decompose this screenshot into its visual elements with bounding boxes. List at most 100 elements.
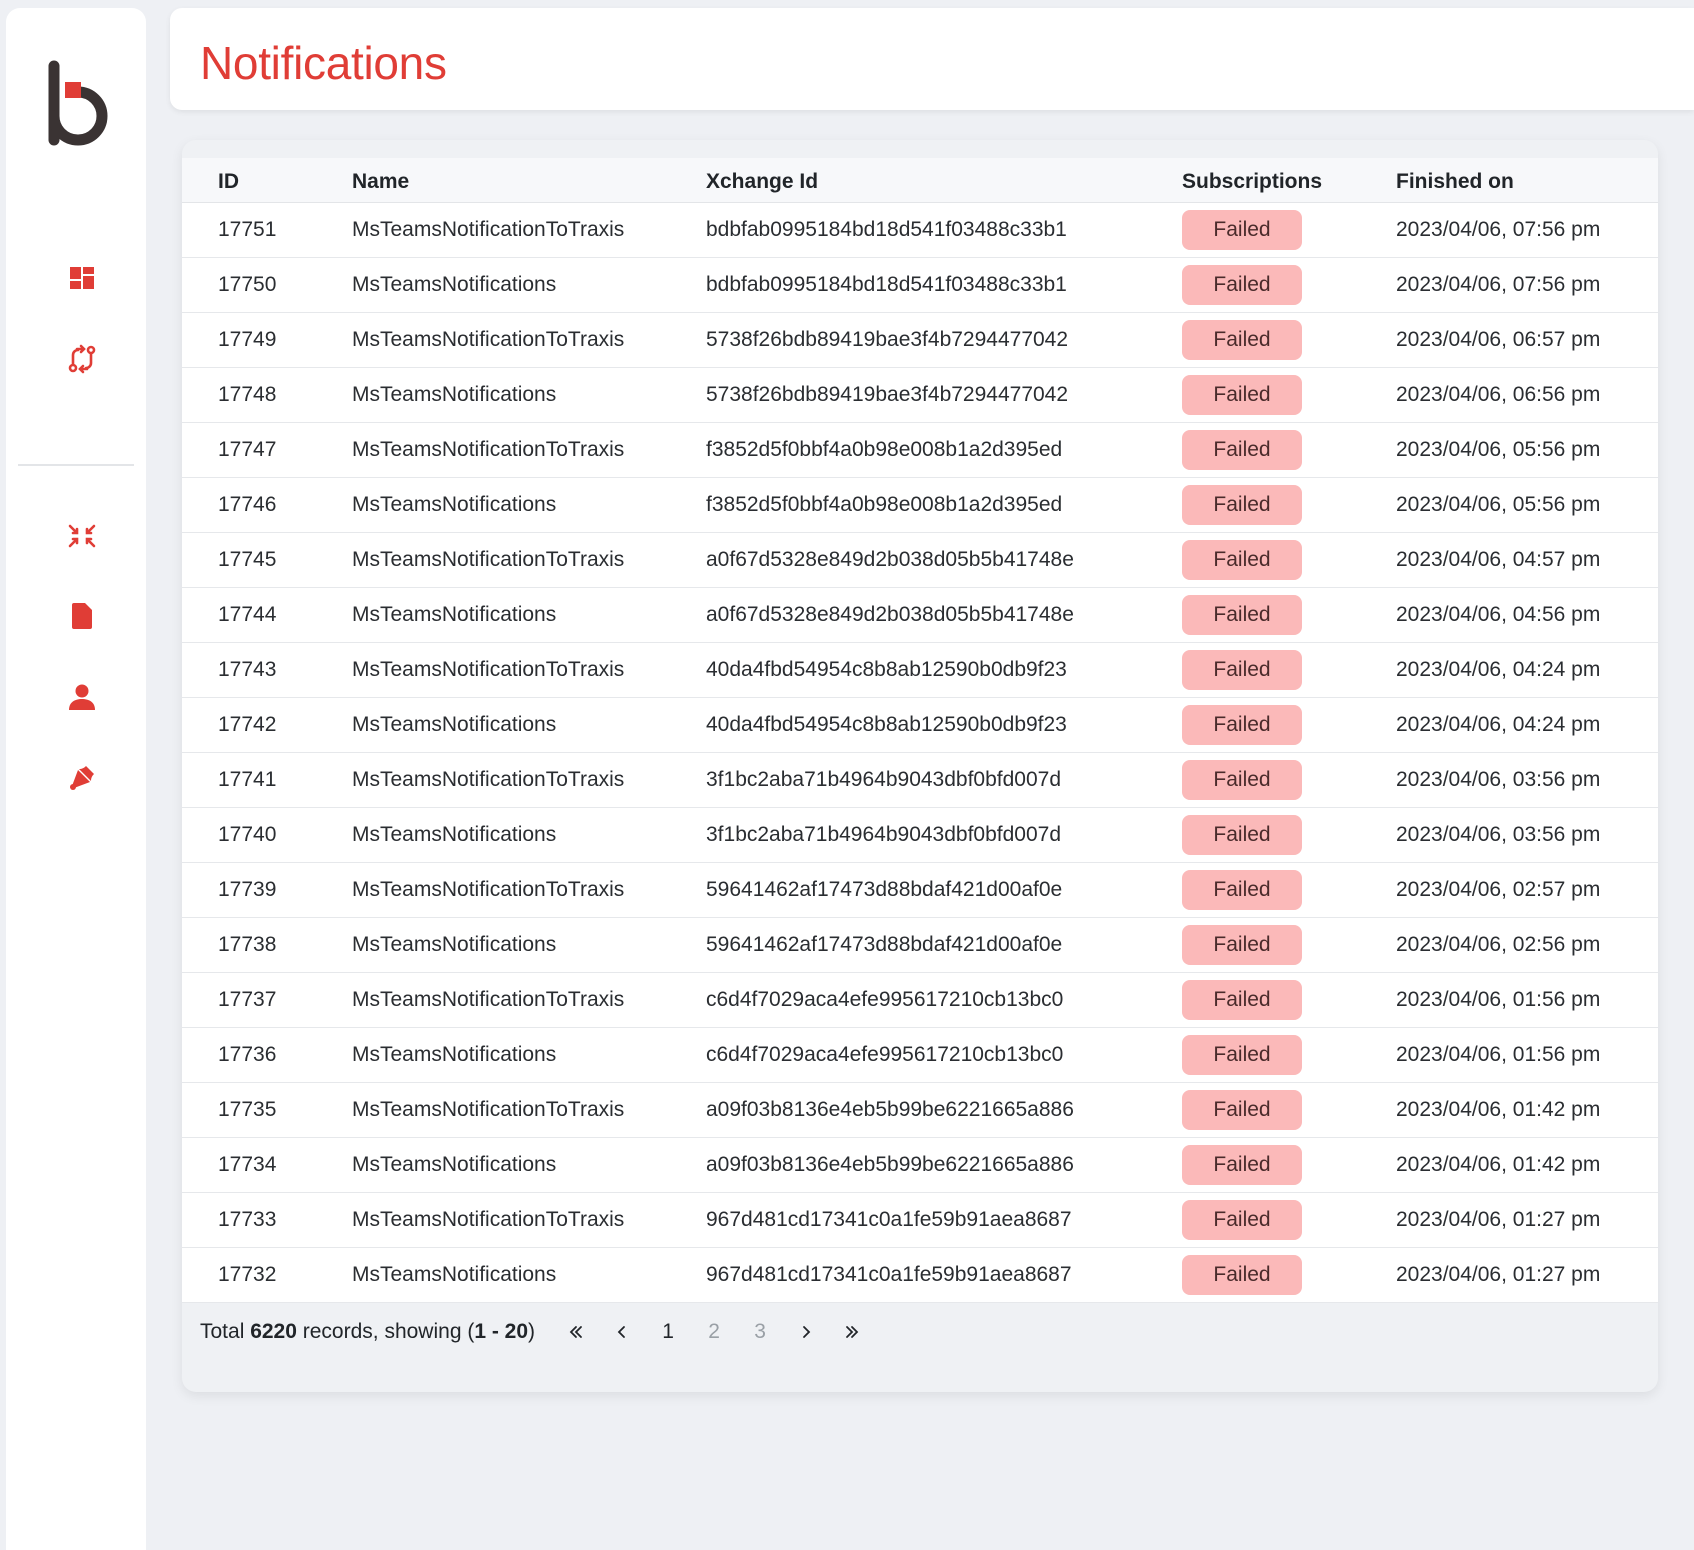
- next-page-icon[interactable]: [783, 1314, 829, 1350]
- cell-id: 17749: [182, 312, 352, 368]
- table-row[interactable]: 17741 MsTeamsNotificationToTraxis 3f1bc2ab…: [182, 752, 1658, 808]
- table-header-row: ID Name Xchange Id Subscriptions Finishe…: [182, 158, 1658, 203]
- cell-name: MsTeamsNotificationToTraxis: [352, 752, 706, 808]
- compress-arrows-icon[interactable]: [60, 514, 104, 558]
- status-badge[interactable]: Failed: [1182, 319, 1302, 360]
- status-badge[interactable]: Failed: [1182, 979, 1302, 1020]
- cell-xchange-id: c6d4f7029aca4efe995617210cb13bc0: [706, 1027, 1182, 1083]
- sync-flow-icon[interactable]: [60, 337, 104, 381]
- table-row[interactable]: 17742 MsTeamsNotifications 40da4fbd54954c8…: [182, 697, 1658, 753]
- column-header-xchange-id[interactable]: Xchange Id: [706, 158, 1182, 203]
- cell-name: MsTeamsNotificationToTraxis: [352, 642, 706, 698]
- cell-finished-on: 2023/04/06, 03:56 pm: [1396, 807, 1658, 863]
- cell-subscriptions: Failed: [1182, 697, 1396, 753]
- cell-subscriptions: Failed: [1182, 1247, 1396, 1303]
- cell-xchange-id: 40da4fbd54954c8b8ab12590b0db9f23: [706, 697, 1182, 753]
- status-badge[interactable]: Failed: [1182, 264, 1302, 305]
- status-badge[interactable]: Failed: [1182, 1199, 1302, 1240]
- cell-xchange-id: f3852d5f0bbf4a0b98e008b1a2d395ed: [706, 422, 1182, 478]
- status-badge[interactable]: Failed: [1182, 374, 1302, 415]
- cell-finished-on: 2023/04/06, 04:56 pm: [1396, 587, 1658, 643]
- total-count: 6220: [250, 1320, 297, 1343]
- cell-subscriptions: Failed: [1182, 1082, 1396, 1138]
- page-header: Notifications: [170, 8, 1694, 110]
- column-header-subscriptions[interactable]: Subscriptions: [1182, 158, 1396, 203]
- table-row[interactable]: 17744 MsTeamsNotifications a0f67d5328e849d…: [182, 587, 1658, 643]
- cell-name: MsTeamsNotifications: [352, 257, 706, 313]
- table-row[interactable]: 17738 MsTeamsNotifications 59641462af17473…: [182, 917, 1658, 973]
- table-row[interactable]: 17732 MsTeamsNotifications 967d481cd17341c…: [182, 1247, 1658, 1303]
- table-row[interactable]: 17749 MsTeamsNotificationToTraxis 5738f26b…: [182, 312, 1658, 368]
- cell-id: 17738: [182, 917, 352, 973]
- cell-subscriptions: Failed: [1182, 752, 1396, 808]
- last-page-icon[interactable]: [829, 1314, 875, 1350]
- status-badge[interactable]: Failed: [1182, 484, 1302, 525]
- status-badge[interactable]: Failed: [1182, 1034, 1302, 1075]
- cell-xchange-id: f3852d5f0bbf4a0b98e008b1a2d395ed: [706, 477, 1182, 533]
- file-icon[interactable]: [60, 594, 104, 638]
- cell-subscriptions: Failed: [1182, 1192, 1396, 1248]
- cell-id: 17732: [182, 1247, 352, 1303]
- column-header-name[interactable]: Name: [352, 158, 706, 203]
- cell-name: MsTeamsNotificationToTraxis: [352, 1082, 706, 1138]
- cell-subscriptions: Failed: [1182, 367, 1396, 423]
- status-badge[interactable]: Failed: [1182, 649, 1302, 690]
- brand-logo[interactable]: [46, 60, 118, 150]
- cell-finished-on: 2023/04/06, 02:57 pm: [1396, 862, 1658, 918]
- cell-id: 17736: [182, 1027, 352, 1083]
- status-badge[interactable]: Failed: [1182, 539, 1302, 580]
- user-icon[interactable]: [60, 675, 104, 719]
- table-row[interactable]: 17739 MsTeamsNotificationToTraxis 59641462…: [182, 862, 1658, 918]
- table-row[interactable]: 17736 MsTeamsNotifications c6d4f7029aca4ef…: [182, 1027, 1658, 1083]
- status-badge[interactable]: Failed: [1182, 209, 1302, 250]
- cell-finished-on: 2023/04/06, 01:56 pm: [1396, 1027, 1658, 1083]
- table-row[interactable]: 17747 MsTeamsNotificationToTraxis f3852d5f…: [182, 422, 1658, 478]
- status-badge[interactable]: Failed: [1182, 704, 1302, 745]
- status-badge[interactable]: Failed: [1182, 1089, 1302, 1130]
- status-badge[interactable]: Failed: [1182, 869, 1302, 910]
- prev-page-icon[interactable]: [599, 1314, 645, 1350]
- table-row[interactable]: 17734 MsTeamsNotifications a09f03b8136e4eb…: [182, 1137, 1658, 1193]
- table-footer: Total 6220 records, showing (1 - 20) 1 2…: [200, 1312, 875, 1352]
- records-summary: Total 6220 records, showing (1 - 20): [200, 1320, 536, 1343]
- table-row[interactable]: 17740 MsTeamsNotifications 3f1bc2aba71b496…: [182, 807, 1658, 863]
- first-page-icon[interactable]: [553, 1314, 599, 1350]
- table-row[interactable]: 17737 MsTeamsNotificationToTraxis c6d4f702…: [182, 972, 1658, 1028]
- table-row[interactable]: 17748 MsTeamsNotifications 5738f26bdb89419…: [182, 367, 1658, 423]
- column-header-finished-on[interactable]: Finished on: [1396, 158, 1658, 203]
- table-row[interactable]: 17743 MsTeamsNotificationToTraxis 40da4fbd…: [182, 642, 1658, 698]
- table-row[interactable]: 17735 MsTeamsNotificationToTraxis a09f03b8…: [182, 1082, 1658, 1138]
- table-row[interactable]: 17745 MsTeamsNotificationToTraxis a0f67d53…: [182, 532, 1658, 588]
- cell-id: 17746: [182, 477, 352, 533]
- status-badge[interactable]: Failed: [1182, 429, 1302, 470]
- cell-xchange-id: 967d481cd17341c0a1fe59b91aea8687: [706, 1247, 1182, 1303]
- table-row[interactable]: 17750 MsTeamsNotifications bdbfab0995184bd…: [182, 257, 1658, 313]
- cell-id: 17750: [182, 257, 352, 313]
- cell-subscriptions: Failed: [1182, 202, 1396, 258]
- status-badge[interactable]: Failed: [1182, 924, 1302, 965]
- page-1-button[interactable]: 1: [645, 1314, 691, 1350]
- cell-finished-on: 2023/04/06, 01:42 pm: [1396, 1137, 1658, 1193]
- cell-id: 17744: [182, 587, 352, 643]
- bell-icon[interactable]: [60, 756, 104, 800]
- sidebar: [6, 8, 146, 1550]
- cell-name: MsTeamsNotifications: [352, 807, 706, 863]
- cell-finished-on: 2023/04/06, 01:56 pm: [1396, 972, 1658, 1028]
- cell-finished-on: 2023/04/06, 04:57 pm: [1396, 532, 1658, 588]
- status-badge[interactable]: Failed: [1182, 1254, 1302, 1295]
- cell-id: 17743: [182, 642, 352, 698]
- cell-xchange-id: bdbfab0995184bd18d541f03488c33b1: [706, 257, 1182, 313]
- page-2-button[interactable]: 2: [691, 1314, 737, 1350]
- table-row[interactable]: 17751 MsTeamsNotificationToTraxis bdbfab09…: [182, 202, 1658, 258]
- status-badge[interactable]: Failed: [1182, 594, 1302, 635]
- page-3-button[interactable]: 3: [737, 1314, 783, 1350]
- table-row[interactable]: 17733 MsTeamsNotificationToTraxis 967d481c…: [182, 1192, 1658, 1248]
- dashboard-icon[interactable]: [60, 256, 104, 300]
- status-badge[interactable]: Failed: [1182, 814, 1302, 855]
- column-header-id[interactable]: ID: [182, 158, 352, 203]
- cell-finished-on: 2023/04/06, 02:56 pm: [1396, 917, 1658, 973]
- cell-xchange-id: 5738f26bdb89419bae3f4b7294477042: [706, 367, 1182, 423]
- status-badge[interactable]: Failed: [1182, 1144, 1302, 1185]
- table-row[interactable]: 17746 MsTeamsNotifications f3852d5f0bbf4a0…: [182, 477, 1658, 533]
- status-badge[interactable]: Failed: [1182, 759, 1302, 800]
